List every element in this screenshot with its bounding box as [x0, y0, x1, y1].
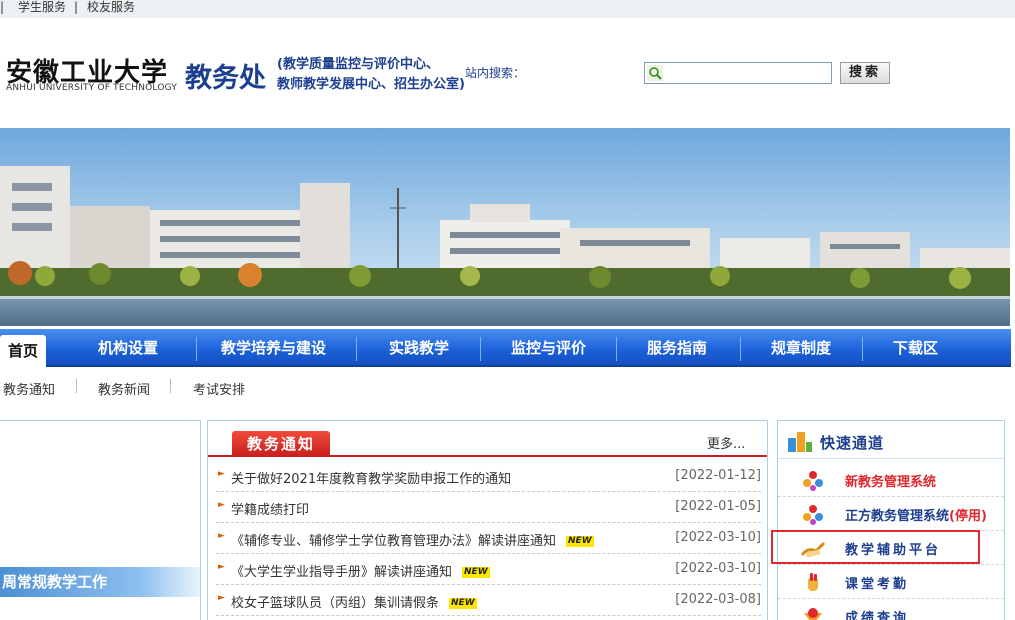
nav-teaching-cultivation[interactable]: 教学培养与建设 [221, 329, 326, 367]
top-utility-bar: | 学生服务 | 校友服务 [0, 0, 1015, 18]
nav-separator [740, 337, 741, 361]
subunits-line-2: 教师教学发展中心、招生办公室) [277, 77, 465, 92]
top-sep: | [74, 0, 79, 14]
nav-downloads[interactable]: 下载区 [893, 329, 938, 367]
nav-service-guide[interactable]: 服务指南 [647, 329, 707, 367]
search-icon [647, 65, 663, 81]
notice-title[interactable]: 学籍成绩打印 [231, 499, 309, 518]
dept-title: 教务处 [185, 63, 266, 94]
dept-subunits: (教学质量监控与评价中心、 教师教学发展中心、招生办公室) [277, 55, 465, 95]
bullet-arrow-icon: ► [218, 593, 225, 603]
notice-date: [2022-03-10] [675, 561, 761, 576]
subnav-separator [76, 379, 77, 393]
new-badge: NEW [566, 536, 594, 547]
quick-access-panel: 快速通道 新教务管理系统 正方教务管理系统(停用) 教学辅助平台 课堂考勤 成绩… [777, 420, 1005, 620]
nav-separator [356, 337, 357, 361]
sub-nav: 教务通知 教务新闻 考试安排 [0, 369, 1011, 405]
nav-monitoring-evaluation[interactable]: 监控与评价 [511, 329, 586, 367]
nav-home[interactable]: 首页 [0, 335, 47, 369]
search-input[interactable] [665, 64, 829, 82]
notice-panel-header: 教务通知 更多... [208, 421, 767, 457]
notice-row[interactable]: ► 校女子篮球队员（丙组）集训请假条 NEW [2022-03-08] [216, 585, 761, 616]
bullet-arrow-icon: ► [218, 562, 225, 572]
top-sep: | [0, 0, 5, 14]
new-badge: NEW [462, 567, 490, 578]
main-nav: 首页 机构设置 教学培养与建设 实践教学 监控与评价 服务指南 规章制度 下载区 [0, 329, 1011, 369]
notice-title[interactable]: 《辅修专业、辅修学士学位教育管理办法》解读讲座通知 NEW [231, 530, 594, 549]
quick-item-grades[interactable]: 成绩查询 [778, 599, 1004, 620]
notice-title[interactable]: 关于做好2021年度教育教学奖励申报工作的通知 [231, 468, 511, 487]
quick-item-attendance[interactable]: 课堂考勤 [778, 565, 1004, 599]
bullet-arrow-icon: ► [218, 469, 225, 479]
nav-separator [616, 337, 617, 361]
search-label: 站内搜索： [465, 66, 526, 80]
quick-item-new-academic-system[interactable]: 新教务管理系统 [778, 463, 1004, 497]
subnav-notices[interactable]: 教务通知 [3, 379, 55, 398]
quick-access-icon [788, 432, 812, 452]
search-button[interactable]: 搜索 [840, 62, 890, 84]
top-link-student-service[interactable]: 学生服务 [18, 0, 66, 14]
notice-row[interactable]: ► 学籍成绩打印 [2022-01-05] [216, 492, 761, 523]
highlight-box [771, 530, 980, 564]
subunits-line-1: (教学质量监控与评价中心、 [277, 57, 439, 72]
notice-panel: 教务通知 更多... ► 关于做好2021年度教育教学奖励申报工作的通知 [20… [207, 420, 768, 620]
notice-row[interactable]: ► 关于做好2021年度教育教学奖励申报工作的通知 [2022-01-12] [216, 461, 761, 492]
quick-access-header: 快速通道 [778, 421, 1004, 459]
hand-icon [808, 573, 818, 591]
subnav-separator [170, 379, 171, 393]
subnav-news[interactable]: 教务新闻 [98, 379, 150, 398]
deprecated-tag: (停用) [949, 509, 987, 524]
notice-date: [2022-01-05] [675, 499, 761, 514]
quick-access-title: 快速通道 [820, 434, 885, 452]
nav-practice-teaching[interactable]: 实践教学 [389, 329, 449, 367]
notice-row[interactable]: ► 《辅修专业、辅修学士学位教育管理办法》解读讲座通知 NEW [2022-03-… [216, 523, 761, 554]
nav-separator [196, 337, 197, 361]
new-badge: NEW [449, 598, 477, 609]
notice-date: [2022-03-10] [675, 530, 761, 545]
university-logo-en: ANHUI UNIVERSITY OF TECHNOLOGY [6, 83, 178, 93]
nav-regulations[interactable]: 规章制度 [771, 329, 831, 367]
nav-separator [862, 337, 863, 361]
top-link-alumni-service[interactable]: 校友服务 [87, 0, 135, 14]
search-box[interactable] [644, 62, 832, 84]
nav-organization[interactable]: 机构设置 [98, 329, 158, 367]
notice-row[interactable]: ► 《大学生学业指导手册》解读讲座通知 NEW [2022-03-10] [216, 554, 761, 585]
medal-icon [804, 608, 822, 620]
quick-item-label[interactable]: 正方教务管理系统(停用) [845, 505, 987, 524]
notice-title[interactable]: 《大学生学业指导手册》解读讲座通知 NEW [231, 561, 490, 580]
quick-item-label[interactable]: 课堂考勤 [845, 573, 909, 592]
quick-item-label[interactable]: 新教务管理系统 [845, 471, 936, 490]
notice-date: [2022-01-12] [675, 468, 761, 483]
flower-icon [803, 471, 823, 491]
weekly-teaching-title[interactable]: 周常规教学工作 [0, 567, 200, 597]
nav-separator [480, 337, 481, 361]
subnav-exams[interactable]: 考试安排 [193, 379, 245, 398]
quick-item-label[interactable]: 成绩查询 [845, 607, 909, 620]
bullet-arrow-icon: ► [218, 500, 225, 510]
notice-date: [2022-03-08] [675, 592, 761, 607]
site-header: 安徽工业大学 ANHUI UNIVERSITY OF TECHNOLOGY 教务… [0, 18, 1015, 128]
quick-item-zhengfang-system[interactable]: 正方教务管理系统(停用) [778, 497, 1004, 531]
bullet-arrow-icon: ► [218, 531, 225, 541]
campus-photo [0, 128, 1010, 326]
campus-banner-image [0, 128, 1010, 326]
notice-title[interactable]: 校女子篮球队员（丙组）集训请假条 NEW [231, 592, 477, 611]
more-link[interactable]: 更多... [707, 433, 745, 452]
flower-icon [803, 505, 823, 525]
notice-tab[interactable]: 教务通知 [232, 431, 330, 457]
